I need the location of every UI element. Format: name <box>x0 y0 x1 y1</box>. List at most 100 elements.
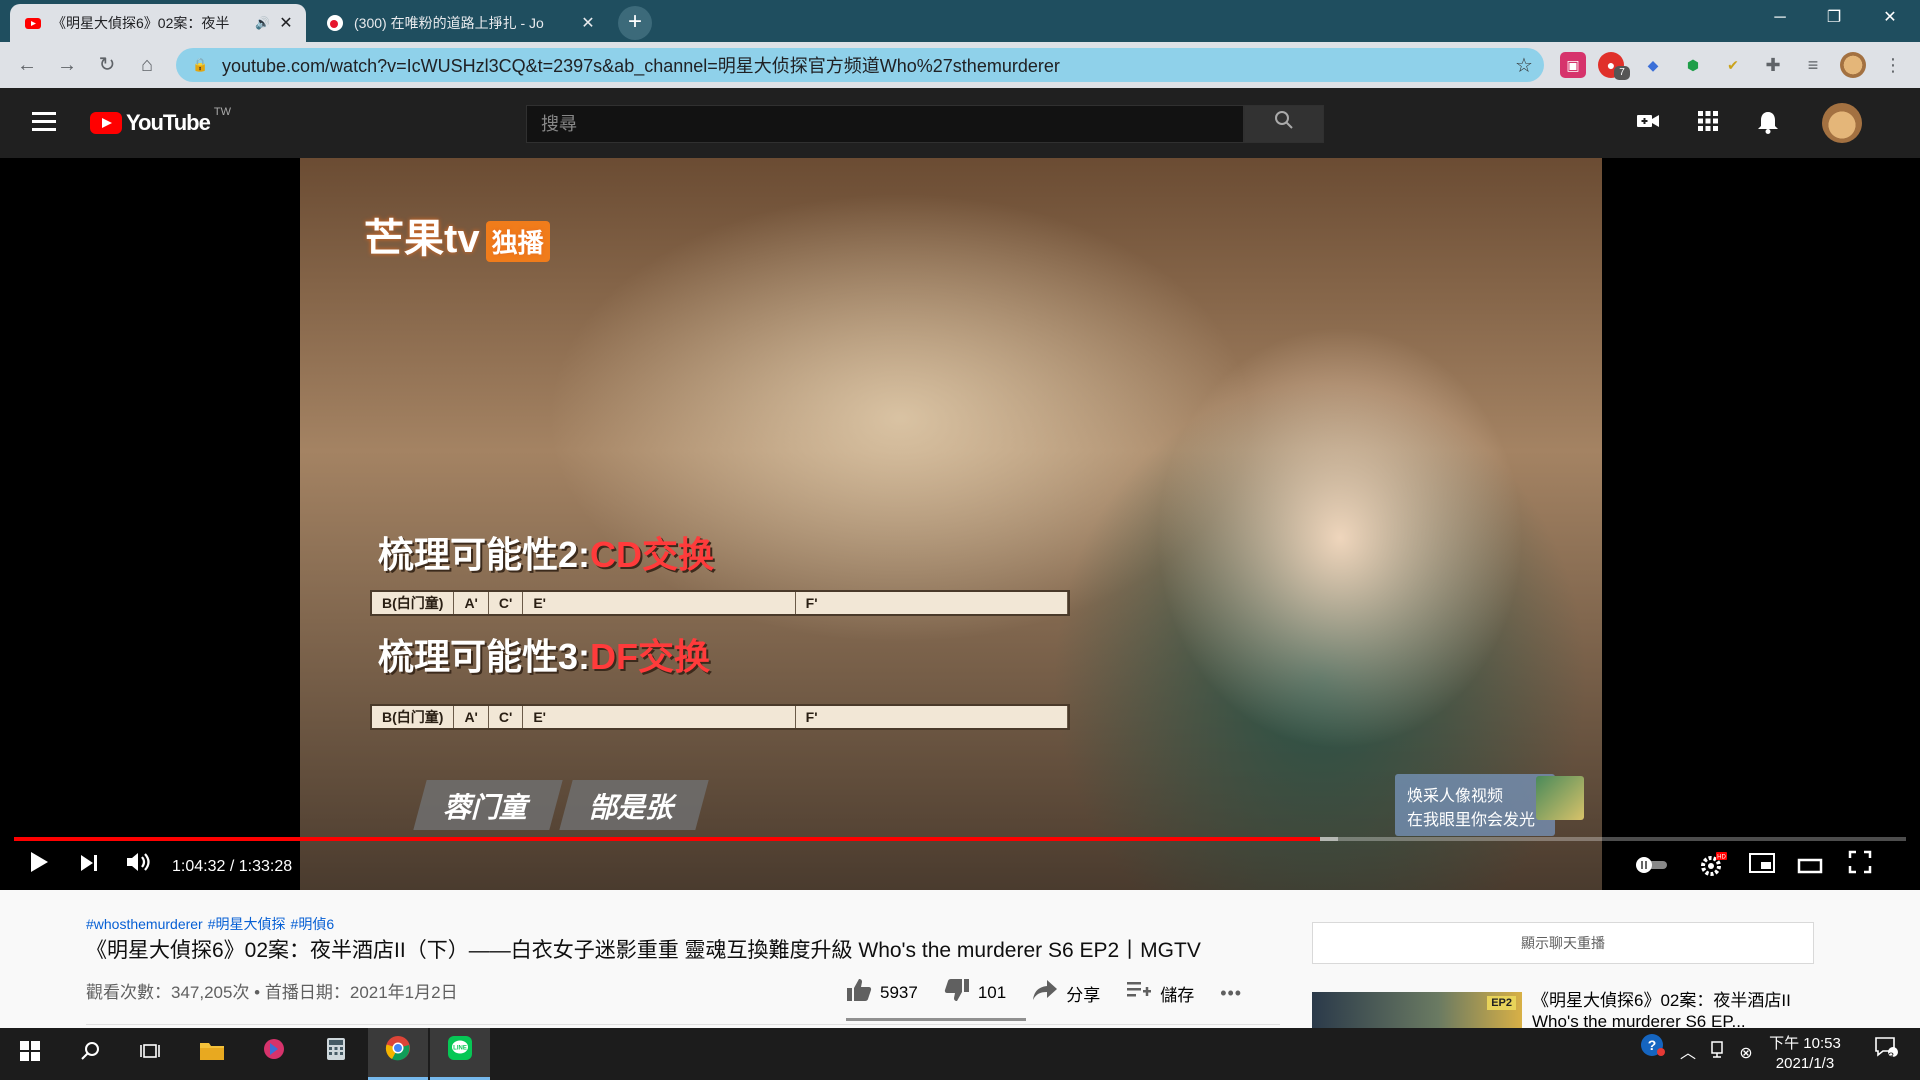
like-ratio-bar <box>846 1018 1026 1021</box>
recommended-video-title[interactable]: 《明星大偵探6》02案：夜半酒店II Who's the murderer S6… <box>1532 990 1802 1028</box>
strip-cell: A' <box>454 706 489 728</box>
profile-avatar-icon[interactable] <box>1840 52 1866 78</box>
search-icon[interactable] <box>60 1028 120 1080</box>
watermark-badge: 独播 <box>485 221 550 262</box>
video-graphic-strip-1: B(白门童) A' C' E' F' <box>370 590 1070 616</box>
chrome-menu-icon[interactable]: ⋮ <box>1880 52 1906 78</box>
network-tray-icon[interactable] <box>1704 1028 1730 1080</box>
show-chat-replay-button[interactable]: 顯示聊天重播 <box>1312 922 1814 964</box>
view-count: 觀看次數：347,205次 <box>86 983 250 1002</box>
strip-cell: B(白门童) <box>372 592 455 614</box>
tab-title: (300) 在唯粉的道路上掙扎 - Jo <box>354 15 544 31</box>
playlist-add-icon <box>1126 979 1152 1007</box>
ad-line: 焕采人像视频 <box>1407 788 1504 805</box>
next-video-icon[interactable] <box>72 850 106 884</box>
tab-close-icon[interactable]: ✕ <box>276 13 296 33</box>
guide-menu-icon[interactable] <box>32 112 56 132</box>
strip-cell: F' <box>796 592 1068 614</box>
youtube-favicon-icon <box>24 14 42 32</box>
hashtag-link[interactable]: #明星大偵探 <box>208 916 286 932</box>
tab-close-icon[interactable]: ✕ <box>578 13 598 33</box>
volume-icon[interactable] <box>122 850 156 884</box>
extension-icon[interactable]: ◆ <box>1640 52 1666 78</box>
line-app-icon[interactable]: LINE <box>430 1028 490 1080</box>
notification-center-icon[interactable]: 3 <box>1862 1028 1910 1080</box>
channel-watermark-thumbnail[interactable] <box>1536 776 1584 820</box>
file-explorer-icon[interactable] <box>182 1028 242 1080</box>
puzzle-extensions-icon[interactable]: ✚ <box>1760 52 1786 78</box>
player-controls: 1:04:32 / 1:33:28 HD <box>0 844 1920 890</box>
youtube-logo[interactable]: YouTube TW <box>90 106 231 136</box>
address-bar[interactable]: 🔒 youtube.com/watch?v=IcWUSHzl3CQ&t=2397… <box>176 48 1544 82</box>
tray-chevron-up-icon[interactable]: ︿ <box>1676 1028 1700 1080</box>
new-tab-button[interactable]: + <box>618 6 652 40</box>
subtitle-2-prefix: 梳理可能性3: <box>378 636 591 677</box>
play-icon[interactable] <box>22 850 56 884</box>
divider <box>86 1024 1280 1025</box>
search-button[interactable] <box>1244 105 1324 143</box>
more-actions-button[interactable]: ••• <box>1220 983 1242 1004</box>
notification-count: 3 <box>1888 1051 1895 1063</box>
miniplayer-icon[interactable] <box>1742 850 1782 884</box>
browser-tab-weibo[interactable]: (300) 在唯粉的道路上掙扎 - Jo ✕ <box>312 4 608 42</box>
strip-cell: A' <box>454 592 489 614</box>
country-code: TW <box>213 106 231 118</box>
browser-tab-youtube[interactable]: 《明星大偵探6》02案：夜半 🔊 ✕ <box>10 4 306 42</box>
forward-icon[interactable]: → <box>52 50 82 80</box>
strip-cell: E' <box>523 592 796 614</box>
photo-app-icon[interactable] <box>244 1028 304 1080</box>
reading-list-icon[interactable]: ≡ <box>1800 52 1826 78</box>
extension-icon[interactable]: ▣ <box>1560 52 1586 78</box>
save-label: 儲存 <box>1160 985 1195 1005</box>
shield-extension-icon[interactable]: ⬢ <box>1680 52 1706 78</box>
youtube-logo-text: YouTube <box>126 110 211 135</box>
sound-muted-tray-icon[interactable]: ⊗ <box>1734 1028 1758 1080</box>
share-button[interactable]: 分享 <box>1032 979 1100 1008</box>
help-tray-icon[interactable]: ? <box>1636 1028 1670 1080</box>
address-bar-url[interactable]: youtube.com/watch?v=IcWUSHzl3CQ&t=2397s&… <box>222 52 1504 78</box>
hashtag-link[interactable]: #明偵6 <box>291 916 335 932</box>
extension-icon[interactable]: ✔ <box>1720 52 1746 78</box>
window-restore-button[interactable]: ❐ <box>1806 0 1862 36</box>
time-current: 1:04:32 <box>172 858 226 875</box>
account-avatar[interactable] <box>1822 103 1862 143</box>
like-button[interactable]: 5937 <box>846 978 918 1009</box>
search-icon <box>1275 111 1293 129</box>
home-icon[interactable]: ⌂ <box>132 50 162 80</box>
taskbar-clock[interactable]: 下午 10:53 2021/1/3 <box>1760 1034 1850 1074</box>
calculator-icon[interactable] <box>306 1028 366 1080</box>
bookmark-star-icon[interactable]: ☆ <box>1504 53 1544 78</box>
recommended-video-thumbnail[interactable]: EP2 <box>1312 992 1522 1028</box>
windows-taskbar: LINE ? ︿ ⊗ 下午 10:53 2021/1/3 3 <box>0 1028 1920 1080</box>
lock-icon[interactable]: 🔒 <box>192 57 208 73</box>
save-button[interactable]: 儲存 <box>1126 979 1194 1007</box>
window-close-button[interactable]: ✕ <box>1862 0 1918 36</box>
video-progress-bar[interactable] <box>14 837 1906 841</box>
theater-mode-icon[interactable] <box>1790 850 1830 884</box>
autoplay-toggle-icon[interactable] <box>1632 850 1672 884</box>
subtitle-1-prefix: 梳理可能性2: <box>378 534 591 575</box>
video-frame[interactable]: 芒果tv 独播 梳理可能性2:CD交换 B(白门童) A' C' E' F' 梳理… <box>300 158 1602 890</box>
task-view-icon[interactable] <box>120 1028 180 1080</box>
chrome-taskbar-icon[interactable] <box>368 1028 428 1080</box>
nameplate-text: 郜是张 <box>559 780 709 830</box>
nameplate-text: 蓉门童 <box>413 780 563 830</box>
fullscreen-icon[interactable] <box>1840 850 1880 884</box>
video-player[interactable]: 芒果tv 独播 梳理可能性2:CD交换 B(白门童) A' C' E' F' 梳理… <box>0 158 1920 890</box>
reload-icon[interactable]: ↻ <box>92 50 122 80</box>
windows-start-icon[interactable] <box>0 1028 60 1080</box>
apps-grid-icon[interactable] <box>1694 110 1722 138</box>
back-icon[interactable]: ← <box>12 50 42 80</box>
settings-gear-icon[interactable]: HD <box>1692 850 1732 884</box>
video-actions: 5937 101 分享 儲存 ••• <box>846 976 1268 1010</box>
browser-toolbar: ← → ↻ ⌂ 🔒 youtube.com/watch?v=IcWUSHzl3C… <box>0 42 1920 88</box>
tab-audio-icon[interactable]: 🔊 <box>255 16 270 30</box>
hashtag-link[interactable]: #whosthemurderer <box>86 916 203 932</box>
create-video-icon[interactable] <box>1634 110 1662 138</box>
notifications-bell-icon[interactable] <box>1754 110 1782 138</box>
video-meta: 觀看次數：347,205次 • 首播日期：2021年1月2日 <box>86 983 458 1002</box>
window-minimize-button[interactable]: ─ <box>1752 0 1808 36</box>
search-input[interactable]: 搜尋 <box>526 105 1244 143</box>
thumbs-up-icon <box>846 978 872 1009</box>
dislike-button[interactable]: 101 <box>944 978 1006 1009</box>
